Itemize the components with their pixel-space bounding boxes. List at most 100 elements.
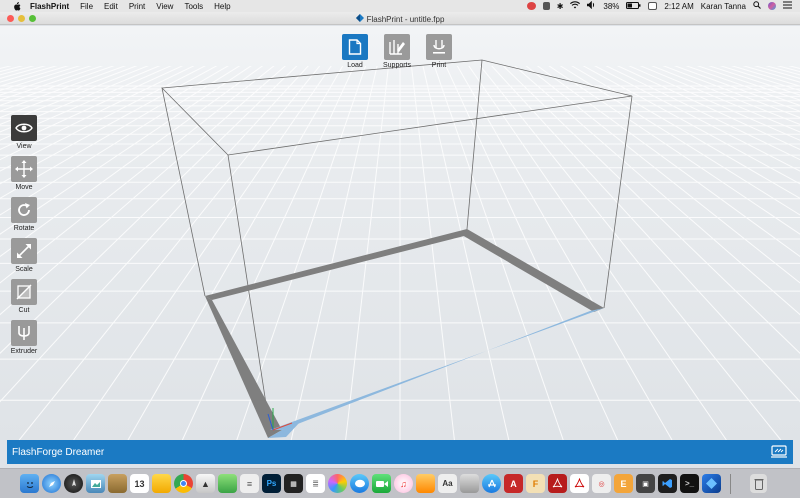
extruder-tool[interactable]: Extruder	[10, 320, 38, 358]
grid-line	[0, 66, 138, 119]
status-app-icon-2[interactable]	[542, 2, 550, 10]
menubar-user[interactable]: Karan Tanna	[701, 2, 746, 11]
dock-trash-icon[interactable]	[750, 474, 767, 493]
dock-calendar-icon[interactable]: 13	[130, 474, 149, 493]
dock-textedit-icon[interactable]: ≡	[240, 474, 259, 493]
cut-icon	[16, 284, 32, 300]
cut-label: Cut	[18, 307, 30, 314]
volume-icon[interactable]	[587, 0, 596, 11]
grid-line	[0, 66, 127, 112]
apple-icon[interactable]	[12, 1, 22, 11]
grid-line	[0, 66, 252, 235]
status-app-icon[interactable]	[526, 2, 536, 10]
grid-line	[445, 66, 619, 440]
grid-line	[0, 66, 229, 199]
view-tool[interactable]: View	[10, 115, 38, 153]
dock-utility-icon[interactable]: ▣	[636, 474, 655, 493]
bluetooth-icon[interactable]: ✱	[557, 2, 564, 11]
dock-finder-icon[interactable]	[20, 474, 39, 493]
move-label: Move	[15, 184, 33, 191]
dock-keynote-icon[interactable]: ▲	[196, 474, 215, 493]
dock-fusion-icon[interactable]: F	[526, 474, 545, 493]
grid-line	[0, 66, 115, 106]
dock-autocad-icon[interactable]: A	[504, 474, 523, 493]
cut-button[interactable]	[11, 279, 37, 305]
dock-acrobat-icon[interactable]	[548, 474, 567, 493]
dock-numbers-icon[interactable]	[218, 474, 237, 493]
menu-file[interactable]: File	[80, 2, 93, 11]
printer-name: FlashForge Dreamer	[12, 446, 105, 458]
dock-dictionary-icon[interactable]: Aa	[438, 474, 457, 493]
load-tool[interactable]: Load	[340, 34, 370, 69]
siri-icon[interactable]	[768, 2, 776, 10]
cut-tool[interactable]: Cut	[10, 279, 38, 317]
supports-button[interactable]	[384, 34, 410, 60]
dock-divider	[730, 473, 731, 494]
dock-safari-icon[interactable]	[42, 474, 61, 493]
print-label: Print	[431, 62, 447, 69]
grid-line	[0, 66, 298, 354]
grid-line	[0, 66, 104, 101]
dock-terminal-icon[interactable]: >_	[680, 474, 699, 493]
window-title-text: FlashPrint - untitle.fpp	[366, 14, 445, 24]
menu-tools[interactable]: Tools	[184, 2, 203, 11]
grid-line	[0, 66, 241, 216]
dock-automator-icon[interactable]	[460, 474, 479, 493]
rotate-button[interactable]	[11, 197, 37, 223]
dock-app-store-icon[interactable]	[482, 474, 501, 493]
supports-tool[interactable]: Supports	[382, 34, 412, 69]
dock-terminal-dark-icon[interactable]: ▦	[284, 474, 303, 493]
extruder-icon	[18, 326, 30, 340]
menu-print[interactable]: Print	[129, 2, 145, 11]
scale-tool[interactable]: Scale	[10, 238, 38, 276]
dock-e-app-icon[interactable]: E	[614, 474, 633, 493]
battery-icon[interactable]	[626, 1, 641, 11]
dock-music-icon[interactable]: ♫	[394, 474, 413, 493]
dock-contacts-icon[interactable]	[108, 474, 127, 493]
dock-wifi-app-icon[interactable]: ◎	[592, 474, 611, 493]
rotate-tool[interactable]: Rotate	[10, 197, 38, 235]
menu-app-name[interactable]: FlashPrint	[30, 2, 69, 11]
menu-edit[interactable]: Edit	[104, 2, 118, 11]
scale-button[interactable]	[11, 238, 37, 264]
print-button[interactable]	[426, 34, 452, 60]
dock-flashprint-icon[interactable]	[702, 474, 721, 493]
view-button[interactable]	[11, 115, 37, 141]
dock-textedit-2-icon[interactable]: ≣	[306, 474, 325, 493]
print-nozzle-icon	[433, 40, 445, 54]
dock-photos-icon[interactable]	[328, 474, 347, 493]
dock-ibooks-icon[interactable]	[416, 474, 435, 493]
dock-vscode-icon[interactable]	[658, 474, 677, 493]
dock-chrome-icon[interactable]	[174, 474, 193, 493]
grid-line	[0, 66, 264, 258]
grid-line	[0, 66, 161, 133]
printer-connect-icon[interactable]	[771, 445, 787, 462]
3d-viewport[interactable]	[0, 26, 800, 440]
dock-launchpad-icon[interactable]	[64, 474, 83, 493]
load-button[interactable]	[342, 34, 368, 60]
extruder-button[interactable]	[11, 320, 37, 346]
dock-facetime-icon[interactable]	[372, 474, 391, 493]
wifi-icon[interactable]	[570, 1, 581, 11]
printer-status-bar: FlashForge Dreamer	[7, 440, 793, 464]
dock-preview-icon[interactable]	[86, 474, 105, 493]
dock-notes-icon[interactable]	[152, 474, 171, 493]
spotlight-search-icon[interactable]	[753, 1, 761, 11]
grid-line	[456, 66, 673, 440]
dock-photoshop-icon[interactable]: Ps	[262, 474, 281, 493]
dock-messages-icon[interactable]	[350, 474, 369, 493]
menu-help[interactable]: Help	[214, 2, 230, 11]
rotate-label: Rotate	[13, 225, 35, 232]
notification-center-icon[interactable]	[783, 1, 792, 11]
grid-line	[0, 26, 400, 440]
print-tool[interactable]: Print	[424, 34, 454, 69]
load-label: Load	[347, 62, 363, 69]
menubar-clock[interactable]: 2:12 AM	[664, 2, 693, 11]
dock-acrobat-2-icon[interactable]	[570, 474, 589, 493]
menu-view[interactable]: View	[156, 2, 173, 11]
mac-menu-bar: FlashPrint File Edit Print View Tools He…	[0, 0, 800, 12]
grid-line	[468, 66, 727, 440]
input-source-icon[interactable]	[648, 2, 658, 10]
move-button[interactable]	[11, 156, 37, 182]
move-tool[interactable]: Move	[10, 156, 38, 194]
